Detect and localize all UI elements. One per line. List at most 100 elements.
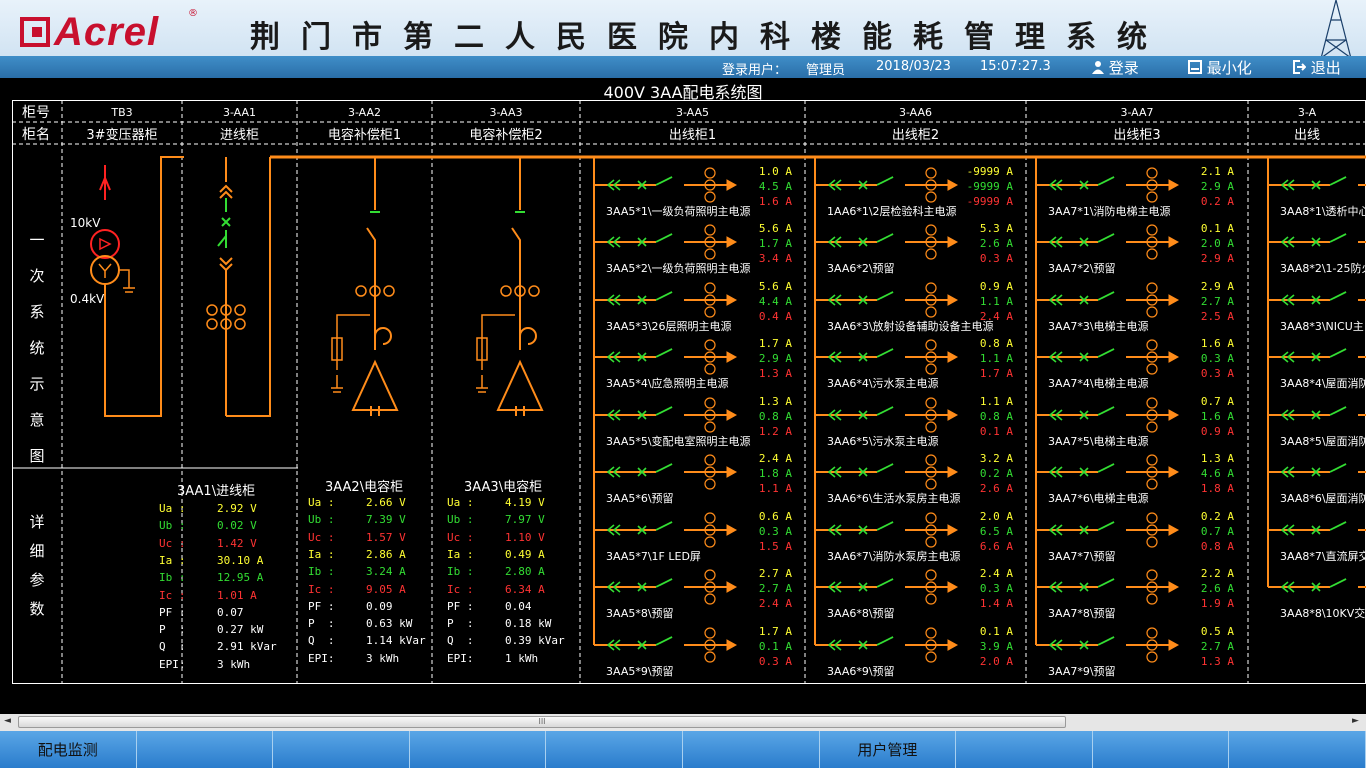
feeder-name: 3AA5*2\一级负荷照明主电源 xyxy=(606,262,751,275)
column-name: 电容补偿柜1 xyxy=(327,128,402,143)
feeder-current-value: 2.1 A xyxy=(1200,165,1234,178)
feeder-name: 3AA7*1\消防电梯主电源 xyxy=(1048,205,1171,218)
column-id: 3-AA6 xyxy=(898,106,933,119)
feeder-current-value: 0.8 A xyxy=(1200,540,1234,553)
row-label-cabinet-no: 柜号 xyxy=(22,105,50,121)
window-icon xyxy=(1188,60,1202,74)
feeder-current-value: 1.2 A xyxy=(758,425,792,438)
horizontal-scrollbar[interactable]: ◄ III ► xyxy=(0,714,1366,731)
feeder-current-value: 2.2 A xyxy=(1200,567,1234,580)
feeder-current-value: 2.7 A xyxy=(1200,295,1234,308)
feeder-current-value: 0.7 A xyxy=(1200,525,1234,538)
feeder-current-value: 3.2 A xyxy=(979,452,1013,465)
scroll-right-icon[interactable]: ► xyxy=(1352,716,1359,726)
tab-7[interactable]: 用户管理 xyxy=(819,731,957,768)
feeder-current-value: 6.6 A xyxy=(979,540,1013,553)
side-label-primary-char: 图 xyxy=(29,447,45,465)
detail-param-label: Ub : xyxy=(308,513,335,527)
detail-param-label: Ia : xyxy=(447,547,474,561)
feeder-current-value: 0.7 A xyxy=(1200,395,1234,408)
column-name: 进线柜 xyxy=(219,128,259,143)
detail-param-value: 2.80 A xyxy=(505,565,545,579)
detail-param-value: 0.04 xyxy=(505,599,532,613)
feeder-current-value: 1.8 A xyxy=(1200,482,1234,495)
tab-5[interactable] xyxy=(546,731,683,768)
brand-logo: Acrel ® xyxy=(20,8,198,54)
feeder-current-value: 1.7 A xyxy=(979,367,1013,380)
feeder-current-value: 2.4 A xyxy=(758,597,792,610)
feeder-name: 3AA7*9\预留 xyxy=(1048,665,1116,678)
feeder-current-value: 0.8 A xyxy=(979,337,1013,350)
feeder-name: 3AA8*7\直流屏交 xyxy=(1280,550,1366,563)
detail-block-title: 3AA2\电容柜 xyxy=(325,480,404,495)
detail-param-label: Ic : xyxy=(447,582,474,596)
feeder-name: 3AA6*9\预留 xyxy=(827,665,895,678)
detail-param-value: 0.27 kW xyxy=(217,623,264,637)
detail-param-label: Ua : xyxy=(159,502,186,515)
feeder-current-value: 2.7 A xyxy=(758,567,792,580)
feeder-current-value: 3.4 A xyxy=(758,252,792,265)
feeder-current-value: 1.6 A xyxy=(758,195,792,208)
column-name: 电容补偿柜2 xyxy=(469,128,543,143)
tab-8[interactable] xyxy=(956,731,1093,768)
tab-3[interactable] xyxy=(273,731,410,768)
feeder-current-value: 2.6 A xyxy=(979,482,1013,495)
app-header: Acrel ® 荆门市第二人民医院内科楼能耗管理系统 登录用户： 管理员 201… xyxy=(0,0,1366,78)
tab-6[interactable] xyxy=(682,731,820,768)
column-id: 3-AA1 xyxy=(222,106,257,119)
feeder-current-value: 2.6 A xyxy=(979,237,1013,250)
detail-param-value: 30.10 A xyxy=(217,553,264,567)
tab-4[interactable] xyxy=(409,731,547,768)
scroll-left-icon[interactable]: ◄ xyxy=(4,716,11,726)
detail-param-label: Ib : xyxy=(159,571,186,585)
detail-param-label: Q : xyxy=(308,634,335,648)
detail-param-label: PF : xyxy=(447,599,474,613)
detail-param-value: 0.09 xyxy=(366,599,393,613)
feeder-name: 3AA7*5\电梯主电源 xyxy=(1048,435,1149,448)
feeder-current-value: 1.1 A xyxy=(979,395,1013,408)
feeder-current-value: 0.8 A xyxy=(979,410,1013,423)
feeder-name: 3AA7*7\预留 xyxy=(1048,550,1116,563)
column-id: 3-AA7 xyxy=(1120,106,1154,119)
feeder-current-value: -9999 A xyxy=(966,180,1013,193)
minimize-button[interactable]: 最小化 xyxy=(1188,57,1252,78)
column-id: 3-AA3 xyxy=(489,106,523,119)
feeder-name: 3AA8*3\NICU主 xyxy=(1280,320,1364,333)
side-label-primary-char: 意 xyxy=(29,411,45,429)
scroll-thumb[interactable]: III xyxy=(18,716,1066,728)
tab-2[interactable] xyxy=(136,731,274,768)
detail-param-value: 0.07 xyxy=(217,605,244,619)
feeder-current-value: 1.0 A xyxy=(758,165,792,178)
feeder-name: 1AA6*1\2层检验科主电源 xyxy=(827,205,957,218)
detail-param-label: PF : xyxy=(159,605,186,619)
feeder-current-value: 2.9 A xyxy=(1200,280,1234,293)
detail-param-value: 7.39 V xyxy=(366,513,406,527)
detail-param-value: 4.19 V xyxy=(505,496,545,509)
feeder-current-value: 1.1 A xyxy=(979,352,1013,365)
exit-button[interactable]: 退出 xyxy=(1292,57,1341,78)
detail-param-label: EPI: xyxy=(447,651,474,665)
detail-param-label: Uc : xyxy=(159,536,186,550)
side-label-primary-char: 系 xyxy=(29,303,45,321)
feeder-name: 3AA6*2\预留 xyxy=(827,262,895,275)
tab-10[interactable] xyxy=(1229,731,1366,768)
feeder-current-value: 1.6 A xyxy=(1200,337,1234,350)
tab-1[interactable]: 配电监测 xyxy=(0,731,137,768)
feeder-current-value: 0.4 A xyxy=(758,310,792,323)
side-label-primary-char: 一 xyxy=(29,231,45,249)
feeder-current-value: 0.3 A xyxy=(1200,367,1234,380)
feeder-current-value: 0.3 A xyxy=(758,655,792,668)
feeder-current-value: 0.3 A xyxy=(1200,352,1234,365)
feeder-current-value: 2.5 A xyxy=(1200,310,1234,323)
detail-param-value: 3.24 A xyxy=(366,565,406,579)
detail-param-label: PF : xyxy=(308,599,335,613)
feeder-current-value: 2.9 A xyxy=(1200,180,1234,193)
column-name: 3#变压器柜 xyxy=(86,128,158,143)
detail-param-value: 0.63 kW xyxy=(366,617,413,631)
feeder-current-value: 1.8 A xyxy=(758,467,792,480)
feeder-name: 3AA5*1\一级负荷照明主电源 xyxy=(606,205,751,218)
side-label-detail-char: 数 xyxy=(29,600,45,618)
tab-9[interactable] xyxy=(1092,731,1230,768)
feeder-current-value: 2.9 A xyxy=(1200,252,1234,265)
login-button[interactable]: 登录 xyxy=(1092,57,1139,78)
